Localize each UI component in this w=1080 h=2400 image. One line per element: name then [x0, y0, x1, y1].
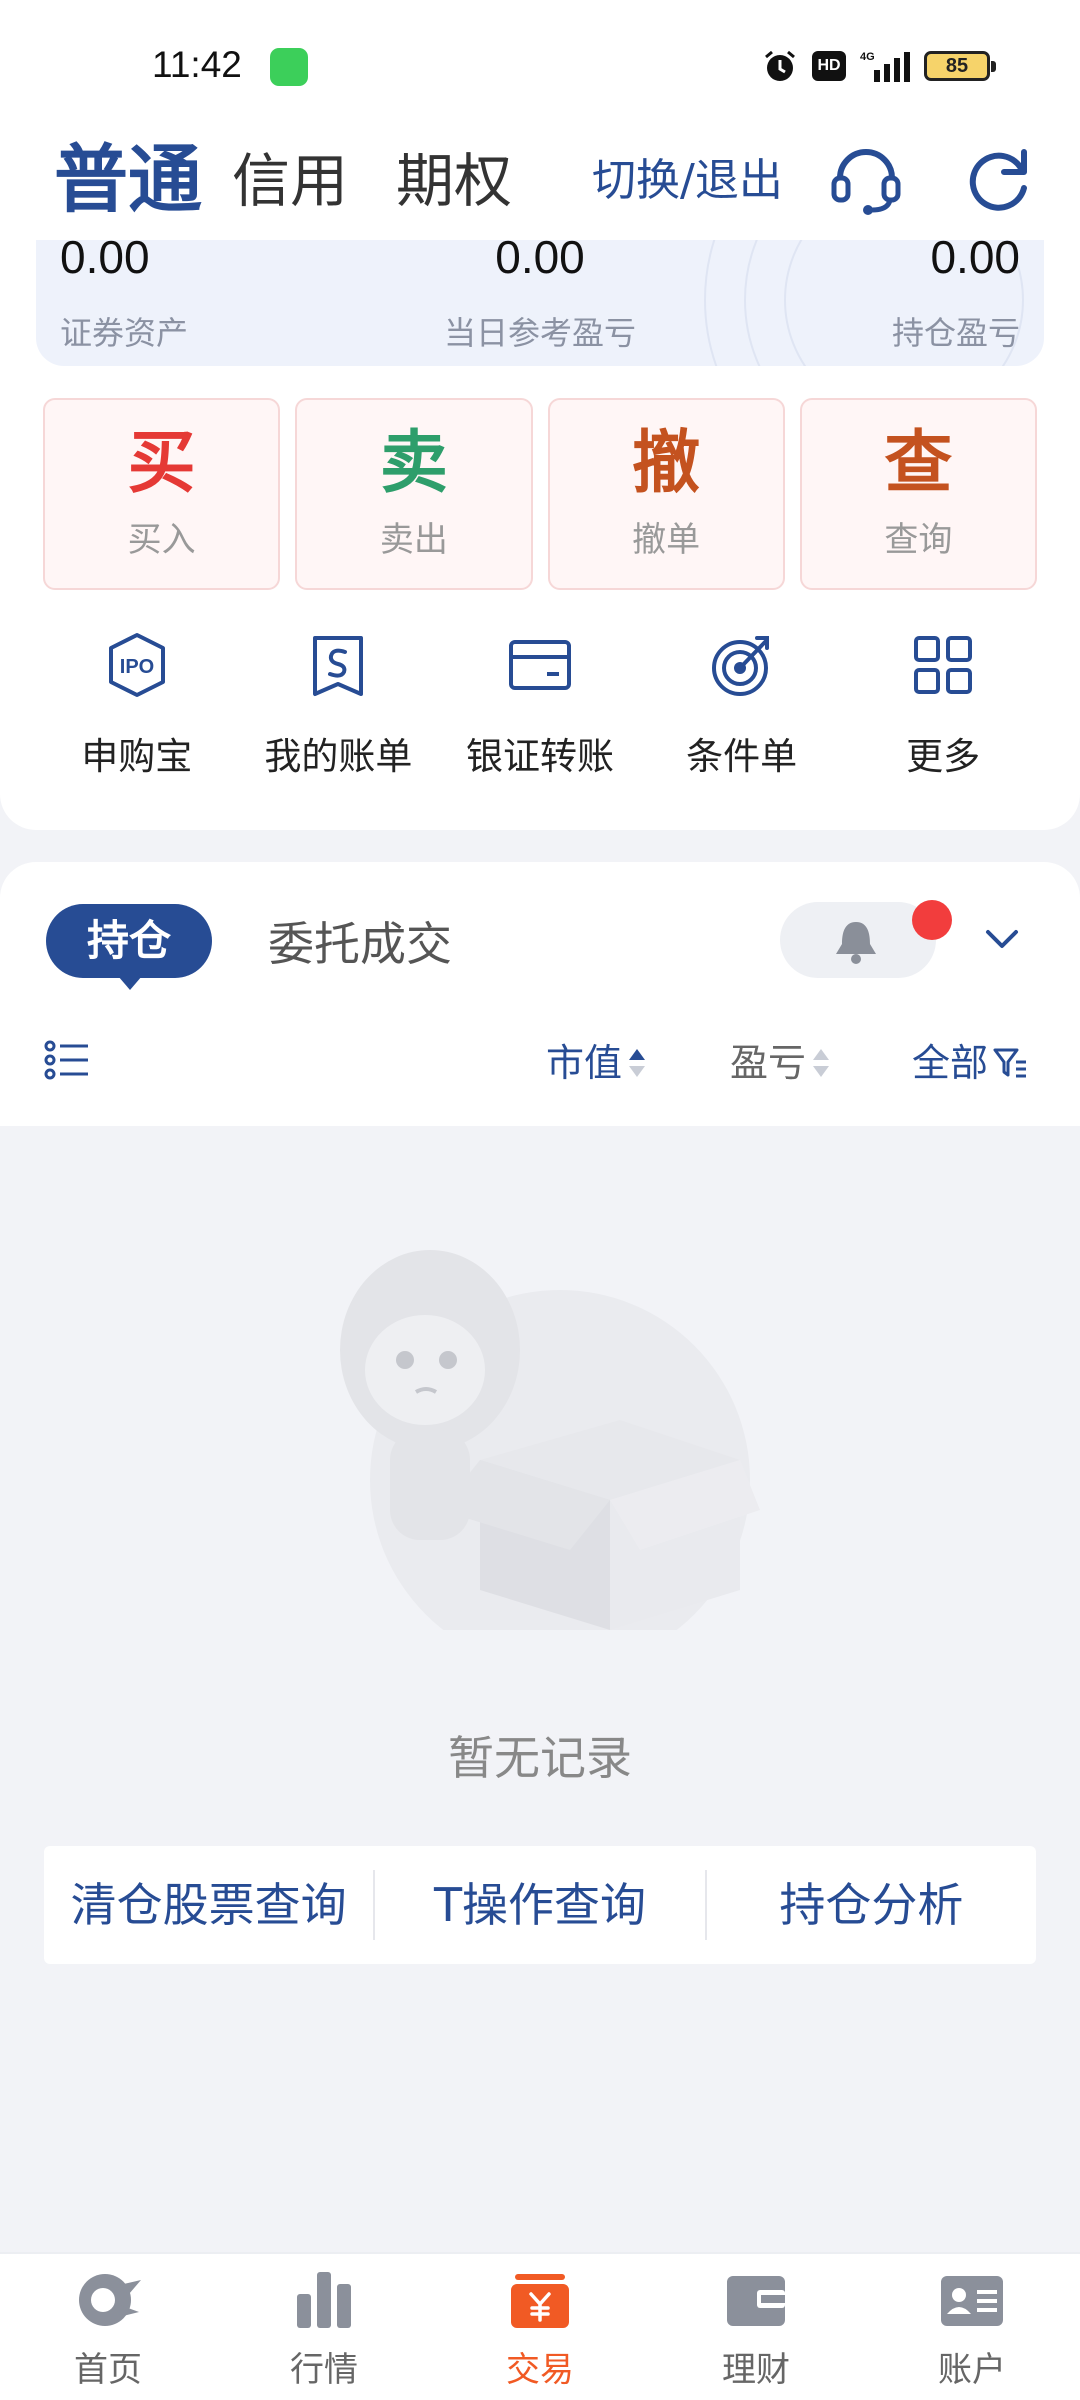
buy-button[interactable]: 买 买入 [43, 398, 281, 590]
quick-action-ipo[interactable]: IPO 申购宝 [36, 630, 238, 780]
nav-market[interactable]: 行情 [216, 2254, 432, 2400]
sort-market-value[interactable]: 市值 [546, 1038, 648, 1088]
query-glyph: 查 [884, 424, 953, 503]
asset-label: 当日参考盈亏 [443, 314, 636, 352]
status-icons: HD 4G 85 [762, 48, 996, 84]
query-label: 查询 [884, 520, 953, 560]
sort-filter-row: 市值 盈亏 全部 [0, 1012, 1080, 1126]
filter-all[interactable]: 全部 [912, 1038, 1028, 1088]
list-view-icon[interactable] [44, 1040, 90, 1080]
headset-icon[interactable] [826, 140, 906, 220]
trade-buttons: 买 买入 卖 卖出 撤 撤单 查 查询 [43, 398, 1037, 590]
quick-action-more[interactable]: 更多 [842, 630, 1044, 780]
quick-action-label: 条件单 [686, 735, 798, 778]
asset-value: 0.00 [60, 240, 150, 283]
quick-action-label: 我的账单 [264, 735, 413, 778]
bottom-nav: 首页 行情 交易 理财 账户 [0, 2252, 1080, 2400]
nav-wealth[interactable]: 理财 [648, 2254, 864, 2400]
asset-summary: 0.00 证券资产 0.00 当日参考盈亏 0.00 持仓盈亏 [36, 240, 1044, 366]
quick-action-label: 更多 [906, 735, 981, 778]
home-icon [79, 2274, 141, 2326]
nav-home[interactable]: 首页 [0, 2254, 216, 2400]
switch-exit-button[interactable]: 切换/退出 [592, 146, 783, 216]
tab-normal[interactable]: 普通 [54, 130, 202, 230]
sell-glyph: 卖 [379, 424, 448, 503]
asset-securities[interactable]: 0.00 证券资产 [60, 240, 188, 354]
sort-label: 盈亏 [730, 1041, 807, 1085]
cleared-stock-query-link[interactable]: 清仓股票查询 [44, 1846, 373, 1964]
asset-label: 证券资产 [60, 314, 189, 352]
network-label: 4G [860, 51, 875, 63]
target-icon [711, 636, 769, 696]
alarm-icon [765, 50, 795, 81]
trade-overview-card: 0.00 证券资产 0.00 当日参考盈亏 0.00 持仓盈亏 买 买入 卖 卖… [0, 240, 1080, 830]
bell-icon [836, 922, 876, 964]
cancel-glyph: 撤 [632, 424, 701, 503]
tab-options[interactable]: 期权 [396, 136, 512, 226]
quick-action-bill[interactable]: 我的账单 [238, 630, 440, 780]
nav-label: 行情 [290, 2350, 358, 2390]
empty-state-illustration [340, 1250, 760, 1630]
asset-value: 0.00 [930, 240, 1020, 283]
chart-icon [297, 2272, 351, 2328]
trade-icon [511, 2274, 569, 2328]
svg-text:IPO: IPO [120, 656, 154, 678]
nav-account[interactable]: 账户 [864, 2254, 1080, 2400]
query-links-bar: 清仓股票查询 T操作查询 持仓分析 [44, 1846, 1036, 1964]
sell-label: 卖出 [379, 520, 448, 560]
cancel-label: 撤单 [632, 520, 701, 560]
ipo-icon: IPO [108, 633, 165, 697]
nav-label: 首页 [74, 2350, 142, 2390]
card-icon [508, 640, 571, 690]
position-analysis-link[interactable]: 持仓分析 [707, 1846, 1036, 1964]
tab-credit[interactable]: 信用 [232, 136, 348, 226]
buy-glyph: 买 [127, 424, 196, 503]
positions-card: 持仓 委托成交 市值 盈亏 全部 [0, 862, 1080, 1126]
sort-arrows-icon [629, 1049, 646, 1077]
hd-icon: HD [812, 51, 846, 81]
battery-icon: 85 [924, 51, 996, 81]
asset-value: 0.00 [495, 240, 585, 283]
nav-label: 交易 [506, 2350, 574, 2390]
asset-daily-pnl[interactable]: 0.00 当日参考盈亏 [430, 240, 650, 354]
tab-orders-trades[interactable]: 委托成交 [268, 914, 452, 974]
account-icon [941, 2276, 1003, 2326]
grid-icon [914, 636, 973, 694]
account-type-header: 普通 信用 期权 切换/退出 [0, 130, 1080, 240]
quick-action-label: 申购宝 [81, 735, 193, 778]
quick-action-condition[interactable]: 条件单 [641, 630, 843, 780]
wallet-icon [727, 2276, 785, 2326]
t-trade-query-link[interactable]: T操作查询 [375, 1846, 704, 1964]
quick-actions: IPO 申购宝 我的账单 银证转账 条件单 更多 [36, 630, 1044, 780]
asset-label: 持仓盈亏 [891, 314, 1020, 352]
notification-badge [912, 900, 952, 940]
quick-action-transfer[interactable]: 银证转账 [439, 630, 641, 780]
filter-icon [993, 1048, 1027, 1078]
quick-action-label: 银证转账 [465, 735, 614, 778]
sort-pnl[interactable]: 盈亏 [730, 1038, 832, 1088]
empty-state-text: 暂无记录 [448, 1731, 632, 1785]
bill-icon [313, 636, 364, 696]
sort-label: 市值 [546, 1041, 623, 1085]
tab-positions[interactable]: 持仓 [46, 904, 212, 990]
asset-position-pnl[interactable]: 0.00 持仓盈亏 [892, 240, 1020, 354]
signal-icon: 4G [860, 51, 910, 82]
filter-label: 全部 [912, 1041, 989, 1085]
sell-button[interactable]: 卖 卖出 [295, 398, 533, 590]
chevron-down-icon[interactable] [980, 918, 1024, 958]
status-bar: 11:42 HD 4G 85 [0, 0, 1080, 130]
query-button[interactable]: 查 查询 [799, 398, 1037, 590]
buy-label: 买入 [127, 520, 196, 560]
sort-arrows-icon [813, 1049, 830, 1077]
nav-label: 理财 [722, 2350, 790, 2390]
refresh-icon[interactable] [958, 140, 1038, 220]
status-time: 11:42 [152, 44, 242, 85]
nav-label: 账户 [938, 2350, 1006, 2390]
cancel-order-button[interactable]: 撤 撤单 [547, 398, 785, 590]
app-notification-icon [270, 48, 308, 86]
nav-trade[interactable]: 交易 [432, 2254, 648, 2400]
